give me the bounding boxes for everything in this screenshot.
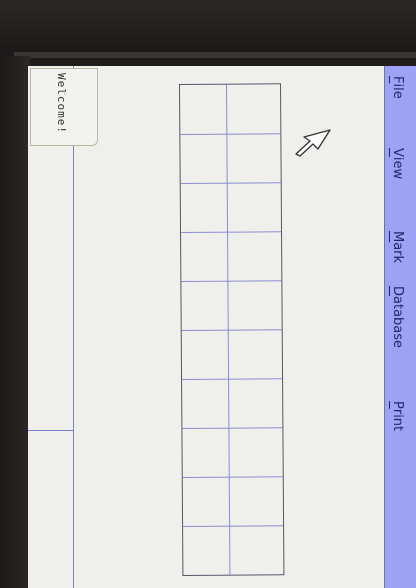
table-row-line xyxy=(180,133,281,135)
menu-file[interactable]: File xyxy=(390,76,405,99)
table-row-line xyxy=(181,329,282,331)
device-bezel-top xyxy=(0,0,416,56)
left-pane-divider xyxy=(28,430,73,431)
menu-view[interactable]: View xyxy=(390,148,405,179)
device-bezel-edge xyxy=(14,52,416,58)
welcome-label: Welcome! xyxy=(55,73,68,134)
table-row-line xyxy=(181,280,282,282)
screen: Welcome! File View Mark Database Print xyxy=(28,66,416,588)
table-row-line xyxy=(182,476,283,478)
menu-bar: File View Mark Database Print xyxy=(384,66,416,588)
data-table-grid[interactable] xyxy=(179,83,285,576)
table-row-line xyxy=(183,525,284,527)
table-row-line xyxy=(182,427,283,429)
menu-print[interactable]: Print xyxy=(390,401,405,431)
table-row-line xyxy=(181,231,282,233)
menu-mark[interactable]: Mark xyxy=(390,231,405,263)
welcome-tab[interactable]: Welcome! xyxy=(30,68,98,146)
menu-database[interactable]: Database xyxy=(390,286,405,348)
table-row-line xyxy=(182,378,283,380)
arrow-cursor-icon xyxy=(295,129,331,157)
device-bezel-left xyxy=(0,56,30,588)
table-row-line xyxy=(180,182,281,184)
